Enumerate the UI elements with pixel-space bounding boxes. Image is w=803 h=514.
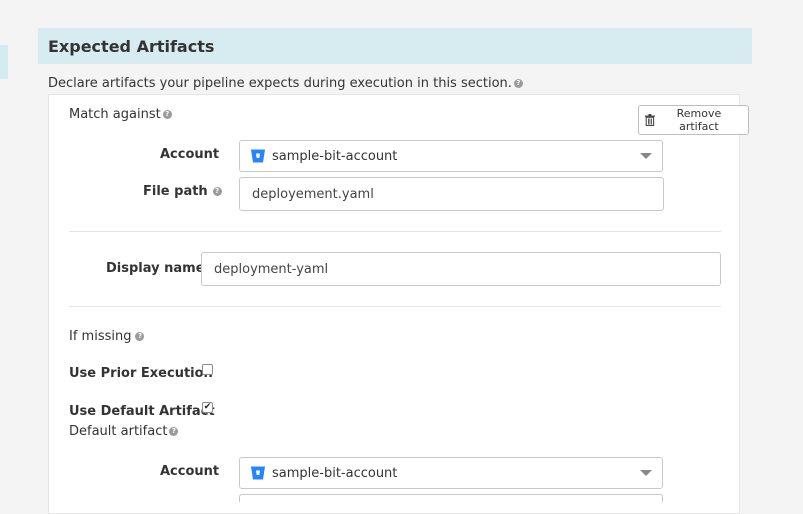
use-prior-execution-label: Use Prior Execution [69,366,213,381]
default-file-path-input[interactable] [239,494,663,502]
default-account-select[interactable]: sample-bit-account [239,457,663,489]
use-default-artifact-checkbox[interactable]: ✔ [202,402,213,413]
section-header: Expected Artifacts [38,28,752,64]
divider [69,231,721,232]
default-artifact-label: Default artifact ? [69,424,179,439]
bitbucket-icon [251,149,265,163]
help-icon[interactable]: ? [212,187,222,196]
help-icon[interactable]: ? [162,110,172,119]
divider [69,306,721,307]
remove-artifact-button[interactable]: Remove artifact [638,105,749,135]
default-account-select-value: sample-bit-account [272,465,398,481]
remove-artifact-label: Remove artifact [676,107,722,133]
help-icon[interactable]: ? [135,332,145,341]
file-path-label: File path ? [143,184,222,199]
if-missing-label: If missing ? [69,329,145,344]
section-description: Declare artifacts your pipeline expects … [48,76,523,91]
caret-down-icon [640,470,652,476]
display-name-input[interactable]: deployment-yaml [201,252,721,286]
use-prior-execution-checkbox[interactable] [202,364,213,375]
account-label: Account [160,147,220,162]
left-nav-tab[interactable] [0,45,8,79]
help-icon[interactable]: ? [169,427,179,436]
section-title: Expected Artifacts [48,36,215,56]
use-default-artifact-label: Use Default Artifact [69,404,215,419]
display-name-label: Display name [106,261,205,276]
trash-icon [645,114,655,126]
account-select[interactable]: sample-bit-account [239,140,663,172]
section-description-text: Declare artifacts your pipeline expects … [48,76,512,91]
default-account-label: Account [160,464,220,479]
help-icon[interactable]: ? [513,79,523,88]
account-select-value: sample-bit-account [272,148,398,164]
bitbucket-icon [251,466,265,480]
match-against-label: Match against ? [69,107,172,122]
file-path-input[interactable]: deployement.yaml [239,177,664,211]
check-icon: ✔ [203,402,212,412]
caret-down-icon [640,153,652,159]
